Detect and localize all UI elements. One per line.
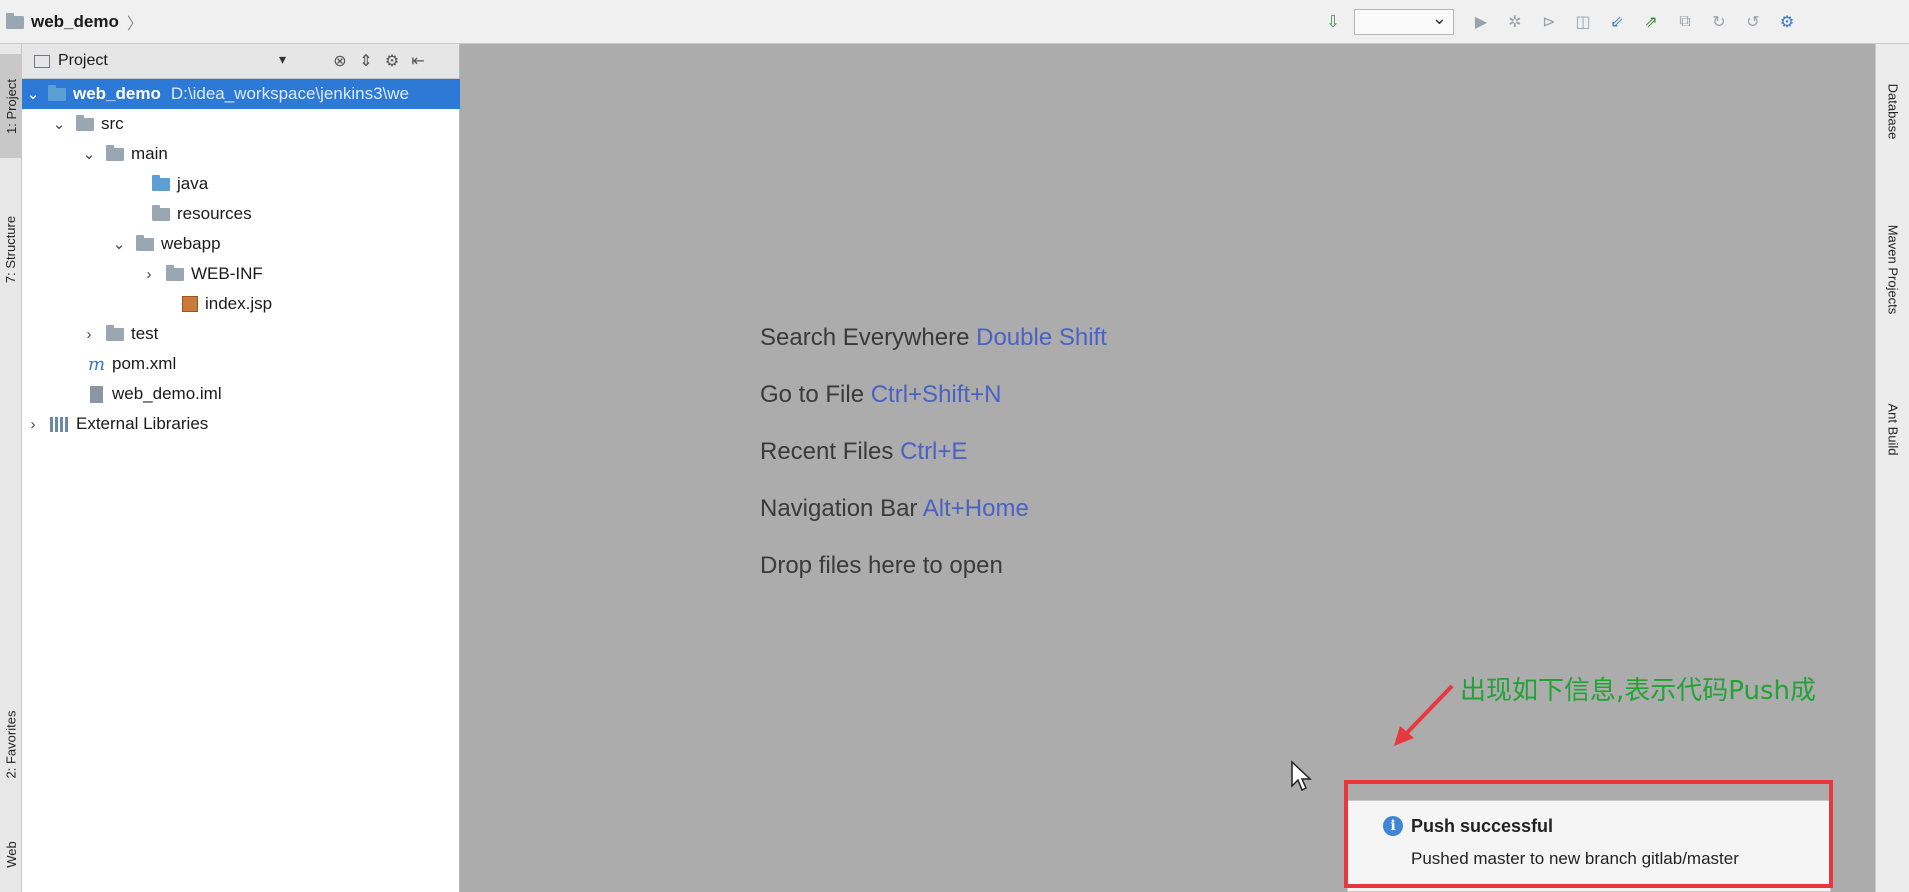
source-folder-icon bbox=[152, 174, 170, 191]
resources-folder-icon bbox=[152, 204, 170, 221]
tab-maven-projects[interactable]: Maven Projects bbox=[1876, 194, 1909, 344]
debug-icon[interactable]: ✲ bbox=[1502, 9, 1528, 35]
folder-icon bbox=[76, 114, 94, 131]
tree-node-label: java bbox=[177, 174, 209, 193]
tree-node-label: WEB-INF bbox=[191, 264, 263, 283]
panel-settings-icon[interactable]: ⚙ bbox=[379, 51, 405, 71]
tree-node-iml[interactable]: web_demo.iml bbox=[22, 379, 460, 409]
project-view-label: Project bbox=[58, 52, 108, 69]
tree-node-label: External Libraries bbox=[76, 414, 209, 433]
libraries-icon bbox=[50, 416, 68, 432]
hint-recent-files: Recent Files Ctrl+E bbox=[760, 438, 968, 465]
chevron-right-icon[interactable]: › bbox=[140, 266, 158, 283]
breadcrumb-project[interactable]: web_demo bbox=[31, 12, 119, 32]
chevron-right-icon: 〉 bbox=[126, 16, 143, 33]
project-tool-window: Project ▾ ⊗ ⇕ ⚙ ⇤ ⌄ web_demo D:\idea_wor… bbox=[22, 44, 460, 892]
coverage-icon[interactable]: ⊳ bbox=[1536, 9, 1562, 35]
profile-icon[interactable]: ◫ bbox=[1570, 9, 1596, 35]
chevron-right-icon[interactable]: › bbox=[24, 416, 42, 433]
collapse-all-icon[interactable]: ⇕ bbox=[353, 51, 379, 71]
vcs-commit-icon[interactable]: ⇗ bbox=[1638, 9, 1664, 35]
tree-node-label: webapp bbox=[161, 234, 221, 253]
chevron-right-icon[interactable]: › bbox=[80, 326, 98, 343]
web-folder-icon bbox=[136, 234, 154, 251]
tree-node-label: src bbox=[101, 114, 124, 133]
module-folder-icon bbox=[48, 84, 66, 101]
left-tool-strip: 1: Project 7: Structure 2: Favorites Web bbox=[0, 44, 22, 892]
tree-node-label: resources bbox=[177, 204, 252, 223]
scroll-from-source-icon[interactable]: ⊗ bbox=[327, 51, 353, 71]
tree-node-external-libraries[interactable]: › External Libraries bbox=[22, 409, 460, 439]
tree-node-test[interactable]: › test bbox=[22, 319, 460, 349]
tab-favorites[interactable]: 2: Favorites bbox=[0, 684, 22, 804]
jsp-file-icon bbox=[182, 296, 198, 312]
tree-node-label: test bbox=[131, 324, 159, 343]
chevron-down-icon[interactable]: ⌄ bbox=[24, 85, 42, 103]
mouse-cursor-icon bbox=[1291, 760, 1312, 792]
editor-area[interactable]: Search Everywhere Double Shift Go to Fil… bbox=[460, 44, 1875, 892]
navigation-bar: web_demo 〉 ⇩ ▶ ✲ ⊳ ◫ ⇙ ⇗ ⧉ ↻ ↺ ⚙ bbox=[0, 0, 1909, 44]
tree-node-label: web_demo.iml bbox=[112, 384, 222, 403]
vcs-history-icon[interactable]: ↻ bbox=[1706, 9, 1732, 35]
tab-web[interactable]: Web bbox=[0, 824, 22, 884]
tab-structure[interactable]: 7: Structure bbox=[0, 194, 22, 304]
right-tool-strip: Database Maven Projects Ant Build bbox=[1875, 44, 1909, 892]
tree-node-java[interactable]: java bbox=[22, 169, 460, 199]
tree-node-src[interactable]: ⌄ src bbox=[22, 109, 460, 139]
caret-down-icon: ▾ bbox=[278, 51, 286, 67]
panel-tools: ⊗ ⇕ ⚙ ⇤ bbox=[327, 49, 431, 73]
main-toolbar: ⇩ ▶ ✲ ⊳ ◫ ⇙ ⇗ ⧉ ↻ ↺ ⚙ bbox=[1320, 8, 1808, 36]
project-view-icon bbox=[34, 54, 50, 68]
tree-node-index-jsp[interactable]: index.jsp bbox=[22, 289, 460, 319]
run-configuration-select[interactable] bbox=[1354, 8, 1454, 35]
project-folder-icon bbox=[6, 12, 24, 29]
vcs-compare-icon[interactable]: ⧉ bbox=[1672, 9, 1698, 35]
breadcrumb[interactable]: web_demo 〉 bbox=[6, 10, 143, 34]
hint-navigation-bar: Navigation Bar Alt+Home bbox=[760, 495, 1029, 522]
tree-node-path: D:\idea_workspace\jenkins3\we bbox=[170, 84, 409, 103]
tree-node-label: pom.xml bbox=[112, 354, 177, 373]
tree-node-pom[interactable]: m pom.xml bbox=[22, 349, 460, 379]
settings-icon[interactable]: ⚙ bbox=[1774, 9, 1800, 35]
tree-node-label: web_demo bbox=[73, 84, 161, 103]
module-file-icon bbox=[90, 385, 103, 403]
vcs-update-icon[interactable]: ⇙ bbox=[1604, 9, 1630, 35]
chevron-down-icon[interactable]: ⌄ bbox=[110, 235, 128, 253]
project-view-dropdown[interactable]: Project ▾ bbox=[26, 49, 294, 73]
tree-node-webapp[interactable]: ⌄ webapp bbox=[22, 229, 460, 259]
hint-go-to-file: Go to File Ctrl+Shift+N bbox=[760, 381, 1002, 408]
chevron-down-icon[interactable]: ⌄ bbox=[50, 115, 68, 133]
run-icon[interactable]: ▶ bbox=[1468, 9, 1494, 35]
project-panel-header: Project ▾ ⊗ ⇕ ⚙ ⇤ bbox=[22, 44, 459, 79]
tree-node-label: index.jsp bbox=[205, 294, 273, 313]
tree-node-label: main bbox=[131, 144, 168, 163]
annotation-arrow-icon bbox=[1394, 684, 1454, 746]
folder-icon bbox=[106, 324, 124, 341]
build-icon[interactable]: ⇩ bbox=[1320, 9, 1346, 35]
folder-icon bbox=[106, 144, 124, 161]
tree-node-web-demo[interactable]: ⌄ web_demo D:\idea_workspace\jenkins3\we bbox=[22, 79, 460, 109]
folder-icon bbox=[166, 264, 184, 281]
chevron-down-icon[interactable]: ⌄ bbox=[80, 145, 98, 163]
tree-node-resources[interactable]: resources bbox=[22, 199, 460, 229]
tree-node-web-inf[interactable]: › WEB-INF bbox=[22, 259, 460, 289]
maven-file-icon: m bbox=[88, 353, 106, 375]
hint-search-everywhere: Search Everywhere Double Shift bbox=[760, 324, 1107, 351]
tab-ant-build[interactable]: Ant Build bbox=[1876, 374, 1909, 484]
vcs-revert-icon[interactable]: ↺ bbox=[1740, 9, 1766, 35]
highlight-box bbox=[1344, 780, 1833, 888]
hide-panel-icon[interactable]: ⇤ bbox=[405, 51, 431, 71]
tab-database[interactable]: Database bbox=[1876, 56, 1909, 166]
tab-project[interactable]: 1: Project bbox=[0, 54, 22, 158]
tree-node-main[interactable]: ⌄ main bbox=[22, 139, 460, 169]
hint-drop-files: Drop files here to open bbox=[760, 552, 1003, 579]
annotation-text: 出现如下信息,表示代码Push成 bbox=[1460, 676, 1816, 706]
